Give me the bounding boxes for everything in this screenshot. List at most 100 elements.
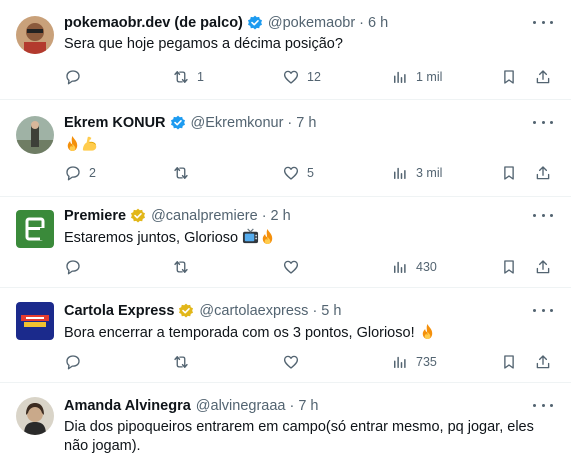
retweet-button[interactable] (172, 257, 197, 277)
verified-badge-icon (130, 208, 146, 224)
avatar[interactable] (16, 16, 54, 54)
action-bar: 430 (64, 257, 554, 277)
display-name[interactable]: Premiere (64, 208, 126, 224)
reply-count: 2 (89, 166, 96, 180)
reply-icon (66, 355, 80, 370)
share-button[interactable] (534, 352, 552, 372)
like-button[interactable] (282, 257, 307, 277)
tweet-feed: pokemaobr.dev (de palco) @pokemaobr · 6 … (0, 0, 571, 468)
like-icon (283, 260, 299, 274)
tweet[interactable]: Cartola Express @cartolaexpress · 5 h Bo… (0, 288, 571, 383)
user-handle[interactable]: @pokemaobr (268, 15, 355, 31)
avatar[interactable] (16, 116, 54, 154)
avatar[interactable] (16, 397, 54, 435)
fire-emoji (259, 228, 276, 251)
more-icon[interactable] (533, 114, 553, 130)
action-bar: 1 12 1 mil (64, 67, 554, 87)
like-button[interactable] (282, 352, 307, 372)
timestamp[interactable]: 2 h (271, 208, 291, 224)
views-button[interactable]: 735 (391, 352, 437, 372)
bookmark-icon (504, 355, 514, 369)
view-count: 735 (416, 355, 437, 369)
timestamp[interactable]: 7 h (298, 398, 318, 414)
views-icon (394, 71, 406, 83)
tweet-text (64, 135, 544, 158)
share-icon (536, 166, 550, 180)
tweet-text: Sera que hoje pegamos a décima posição? (64, 36, 343, 52)
reply-icon (66, 70, 80, 85)
user-handle[interactable]: @alvinegraaa (196, 398, 286, 414)
more-icon[interactable] (533, 14, 553, 30)
tweet[interactable]: Premiere @canalpremiere · 2 h Estaremos … (0, 197, 571, 288)
reply-icon (66, 166, 80, 181)
bookmark-button[interactable] (500, 67, 518, 87)
retweet-button[interactable] (172, 352, 197, 372)
display-name[interactable]: pokemaobr.dev (de palco) (64, 15, 243, 31)
more-icon[interactable] (533, 207, 553, 223)
reply-button[interactable]: 2 (64, 163, 96, 183)
share-button[interactable] (534, 67, 552, 87)
views-button[interactable]: 1 mil (391, 67, 442, 87)
like-button[interactable]: 12 (282, 67, 321, 87)
views-icon (394, 356, 406, 368)
verified-badge-icon (178, 303, 194, 319)
share-button[interactable] (534, 257, 552, 277)
share-icon (536, 355, 550, 369)
retweet-button[interactable] (172, 163, 197, 183)
retweet-count: 1 (197, 70, 204, 84)
action-bar: 2 5 3 mil (64, 163, 554, 183)
separator: · (287, 115, 293, 131)
reply-button[interactable] (64, 257, 89, 277)
separator: · (312, 303, 318, 319)
reply-icon (66, 260, 80, 275)
separator: · (261, 208, 267, 224)
more-icon[interactable] (533, 302, 553, 318)
avatar[interactable] (16, 302, 54, 340)
tweet[interactable]: Amanda Alvinegra @alvinegraaa · 7 h Dia … (0, 383, 571, 468)
retweet-icon (174, 261, 188, 273)
display-name[interactable]: Cartola Express (64, 303, 174, 319)
timestamp[interactable]: 7 h (296, 115, 316, 131)
like-icon (283, 166, 299, 180)
bookmark-button[interactable] (500, 257, 518, 277)
bookmark-icon (504, 166, 514, 180)
retweet-icon (174, 167, 188, 179)
retweet-icon (174, 71, 188, 83)
fire-emoji (419, 323, 436, 346)
views-button[interactable]: 430 (391, 257, 437, 277)
separator: · (289, 398, 295, 414)
share-icon (536, 70, 550, 84)
separator: · (359, 15, 364, 31)
user-handle[interactable]: @canalpremiere (151, 208, 258, 224)
tweet[interactable]: Ekrem KONUR @Ekremkonur · 7 h 2 5 3 mil (0, 100, 571, 197)
timestamp[interactable]: 6 h (368, 15, 388, 31)
views-button[interactable]: 3 mil (391, 163, 442, 183)
display-name[interactable]: Ekrem KONUR (64, 115, 166, 131)
like-button[interactable]: 5 (282, 163, 314, 183)
verified-badge-icon (247, 15, 263, 31)
timestamp[interactable]: 5 h (321, 303, 341, 319)
user-handle[interactable]: @cartolaexpress (199, 303, 308, 319)
views-icon (394, 261, 406, 273)
user-handle[interactable]: @Ekremkonur (191, 115, 284, 131)
tweet-text: Estaremos juntos, Glorioso (64, 228, 544, 251)
like-icon (283, 70, 299, 84)
like-icon (283, 355, 299, 369)
tweet-text-body: Estaremos juntos, Glorioso (64, 230, 239, 246)
retweet-button[interactable]: 1 (172, 67, 204, 87)
avatar[interactable] (16, 210, 54, 248)
like-count: 12 (307, 70, 321, 84)
bookmark-button[interactable] (500, 352, 518, 372)
tweet[interactable]: pokemaobr.dev (de palco) @pokemaobr · 6 … (0, 0, 571, 100)
action-bar: 735 (64, 352, 554, 372)
verified-badge-icon (170, 115, 186, 131)
reply-button[interactable] (64, 352, 89, 372)
tweet-text-body: Bora encerrar a temporada com os 3 ponto… (64, 325, 415, 341)
share-button[interactable] (534, 163, 552, 183)
bookmark-icon (504, 70, 514, 84)
display-name[interactable]: Amanda Alvinegra (64, 398, 191, 414)
tweet-text: Bora encerrar a temporada com os 3 ponto… (64, 323, 544, 346)
bookmark-button[interactable] (500, 163, 518, 183)
reply-button[interactable] (64, 67, 89, 87)
more-icon[interactable] (533, 397, 553, 413)
